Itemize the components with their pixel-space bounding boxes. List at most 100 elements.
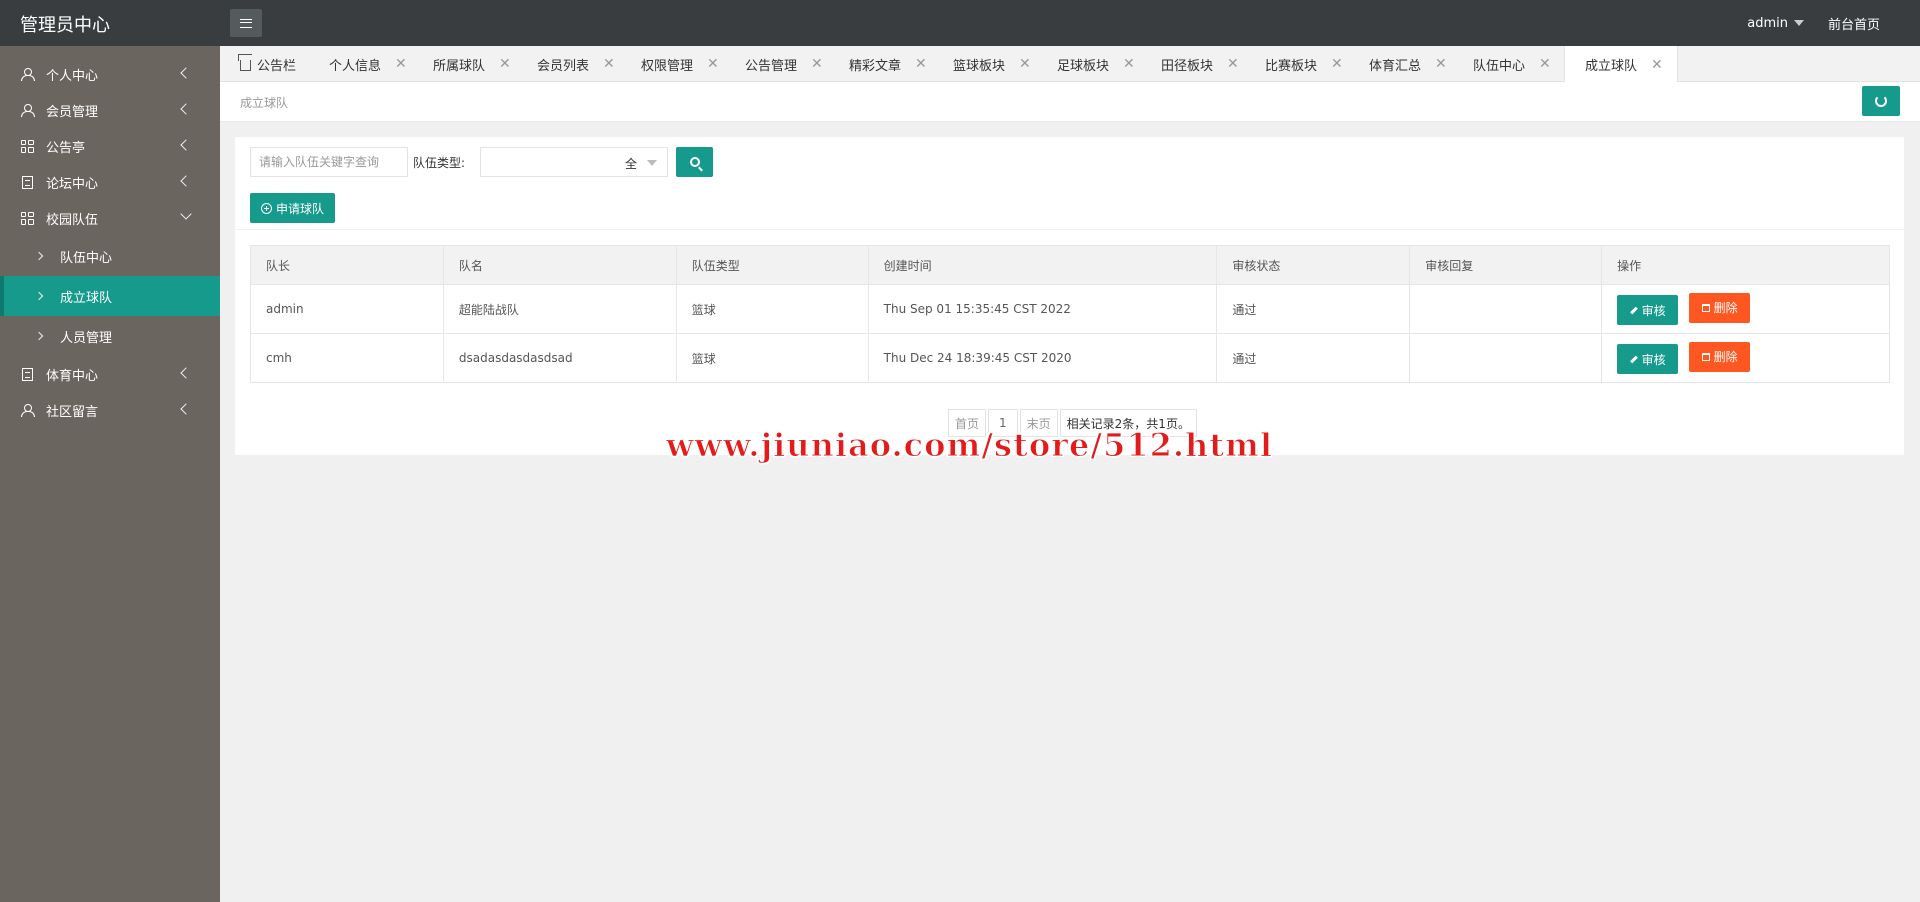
- tab-label: 精彩文章: [849, 58, 902, 74]
- tab-label: 队伍中心: [1473, 58, 1526, 74]
- user-icon: [20, 103, 35, 117]
- review-button[interactable]: 审核: [1617, 344, 1679, 375]
- tab-basketball[interactable]: 篮球板块 ✕: [933, 46, 1031, 82]
- chevron-right-icon: [34, 251, 44, 261]
- tab-team-center[interactable]: 队伍中心 ✕: [1453, 46, 1551, 82]
- sidebar-item-messages[interactable]: 社区留言: [0, 392, 220, 428]
- menu-toggle-button[interactable]: [230, 9, 262, 37]
- sidebar-item-sports[interactable]: 体育中心: [0, 356, 220, 392]
- teams-table: 队长 队名 队伍类型 创建时间 审核状态 审核回复 操作 admin 超能陆战队…: [250, 245, 1890, 383]
- cell-review-status: 通过: [1216, 284, 1411, 334]
- sidebar-sub-label: 队伍中心: [60, 250, 113, 266]
- review-button[interactable]: 审核: [1617, 295, 1679, 326]
- tab-sports-summary[interactable]: 体育汇总 ✕: [1349, 46, 1447, 82]
- team-type-label: 队伍类型:: [413, 156, 466, 170]
- column-header: 队名: [442, 245, 677, 285]
- close-icon[interactable]: ✕: [1435, 56, 1447, 72]
- frontend-link[interactable]: 前台首页: [1828, 14, 1880, 33]
- cell-created-time: Thu Sep 01 15:35:45 CST 2022: [867, 284, 1218, 334]
- search-input[interactable]: [250, 147, 408, 177]
- user-menu[interactable]: admin: [1747, 16, 1804, 31]
- close-icon[interactable]: ✕: [1539, 56, 1551, 72]
- search-button[interactable]: [676, 147, 713, 177]
- delete-button[interactable]: 删除: [1689, 341, 1751, 372]
- refresh-button[interactable]: [1862, 86, 1900, 116]
- delete-label: 删除: [1713, 301, 1738, 316]
- chevron-left-icon: [180, 139, 192, 151]
- app-title: 管理员中心: [20, 15, 110, 36]
- tab-my-team[interactable]: 所属球队 ✕: [413, 46, 511, 82]
- close-icon[interactable]: ✕: [1123, 56, 1135, 72]
- sidebar-item-personal[interactable]: 个人中心: [0, 56, 220, 92]
- tab-member-list[interactable]: 会员列表 ✕: [517, 46, 615, 82]
- tab-permissions[interactable]: 权限管理 ✕: [621, 46, 719, 82]
- doc-icon: [20, 367, 34, 381]
- cell-team-type: 篮球: [675, 333, 869, 383]
- tab-label: 体育汇总: [1369, 58, 1422, 74]
- sidebar-sub-label: 人员管理: [60, 330, 113, 346]
- tab-articles[interactable]: 精彩文章 ✕: [829, 46, 927, 82]
- tab-label: 个人信息: [329, 58, 382, 74]
- sidebar-item-members[interactable]: 会员管理: [0, 92, 220, 128]
- sidebar-item-label: 会员管理: [46, 104, 99, 120]
- tab-football[interactable]: 足球板块 ✕: [1037, 46, 1135, 82]
- hamburger-icon: [240, 18, 252, 28]
- sidebar-sub-create-team[interactable]: 成立球队: [0, 276, 220, 316]
- cell-captain: admin: [250, 284, 444, 334]
- apply-team-label: 申请球队: [275, 201, 324, 216]
- tab-label: 所属球队: [433, 58, 486, 74]
- close-icon[interactable]: ✕: [499, 56, 511, 72]
- sidebar-item-label: 个人中心: [46, 68, 99, 84]
- top-header: 管理员中心 admin 前台首页: [0, 0, 1920, 46]
- breadcrumb-bar: 成立球队: [220, 82, 1920, 122]
- sidebar-item-forum[interactable]: 论坛中心: [0, 164, 220, 200]
- tab-label: 田径板块: [1161, 58, 1214, 74]
- sidebar-sub-personnel[interactable]: 人员管理: [0, 316, 220, 356]
- tab-personal-info[interactable]: 个人信息 ✕: [309, 46, 407, 82]
- doc-icon: [20, 175, 34, 189]
- team-type-select[interactable]: 全: [480, 147, 668, 177]
- close-icon[interactable]: ✕: [811, 56, 823, 72]
- tab-label: 会员列表: [537, 58, 590, 74]
- sidebar-sub-team-center[interactable]: 队伍中心: [0, 236, 220, 276]
- add-circle-icon: [260, 202, 272, 214]
- tab-notice-board[interactable]: 公告栏: [220, 46, 296, 82]
- cell-review-status: 通过: [1216, 333, 1411, 383]
- table-header-row: 队长 队名 队伍类型 创建时间 审核状态 审核回复 操作: [250, 245, 1890, 285]
- apply-team-button[interactable]: 申请球队: [250, 193, 335, 223]
- close-icon[interactable]: ✕: [1651, 57, 1663, 73]
- close-icon[interactable]: ✕: [1019, 56, 1031, 72]
- tab-track[interactable]: 田径板块 ✕: [1141, 46, 1239, 82]
- chevron-down-icon: [180, 208, 192, 220]
- tab-notice-manage[interactable]: 公告管理 ✕: [725, 46, 823, 82]
- trash-icon: [1701, 303, 1710, 312]
- cell-actions: 审核 删除: [1601, 284, 1890, 334]
- sidebar-item-label: 体育中心: [46, 368, 99, 384]
- tab-bar: 公告栏 个人信息 ✕ 所属球队 ✕ 会员列表 ✕ 权限管理 ✕ 公告管理 ✕ 精彩文章 ✕ …: [220, 46, 1920, 83]
- chevron-left-icon: [180, 175, 192, 187]
- column-header: 审核回复: [1409, 245, 1603, 285]
- close-icon[interactable]: ✕: [915, 56, 927, 72]
- close-icon[interactable]: ✕: [1331, 56, 1343, 72]
- search-icon: [689, 157, 700, 167]
- caret-down-icon: [647, 160, 657, 166]
- column-header: 审核状态: [1216, 245, 1411, 285]
- delete-button[interactable]: 删除: [1689, 292, 1751, 323]
- close-icon[interactable]: ✕: [1227, 56, 1239, 72]
- user-icon: [20, 67, 35, 81]
- column-header: 队伍类型: [675, 245, 869, 285]
- sidebar-item-notices[interactable]: 公告亭: [0, 128, 220, 164]
- user-name: admin: [1747, 15, 1788, 31]
- caret-down-icon: [1793, 20, 1804, 26]
- tab-matches[interactable]: 比赛板块 ✕: [1245, 46, 1343, 82]
- close-icon[interactable]: ✕: [707, 56, 719, 72]
- content-card: 队伍类型: 全 申请球队 队长 队名 队伍类型 创建时间 审核状态 审核回复 操…: [235, 137, 1904, 455]
- tab-create-team[interactable]: 成立球队 ✕: [1564, 46, 1678, 83]
- sidebar-item-campus-teams[interactable]: 校园队伍: [0, 200, 220, 236]
- close-icon[interactable]: ✕: [603, 56, 615, 72]
- delete-label: 删除: [1713, 350, 1738, 365]
- column-header: 创建时间: [867, 245, 1218, 285]
- close-icon[interactable]: ✕: [395, 56, 407, 72]
- cell-team-name: 超能陆战队: [442, 284, 677, 334]
- cell-captain: cmh: [250, 333, 444, 383]
